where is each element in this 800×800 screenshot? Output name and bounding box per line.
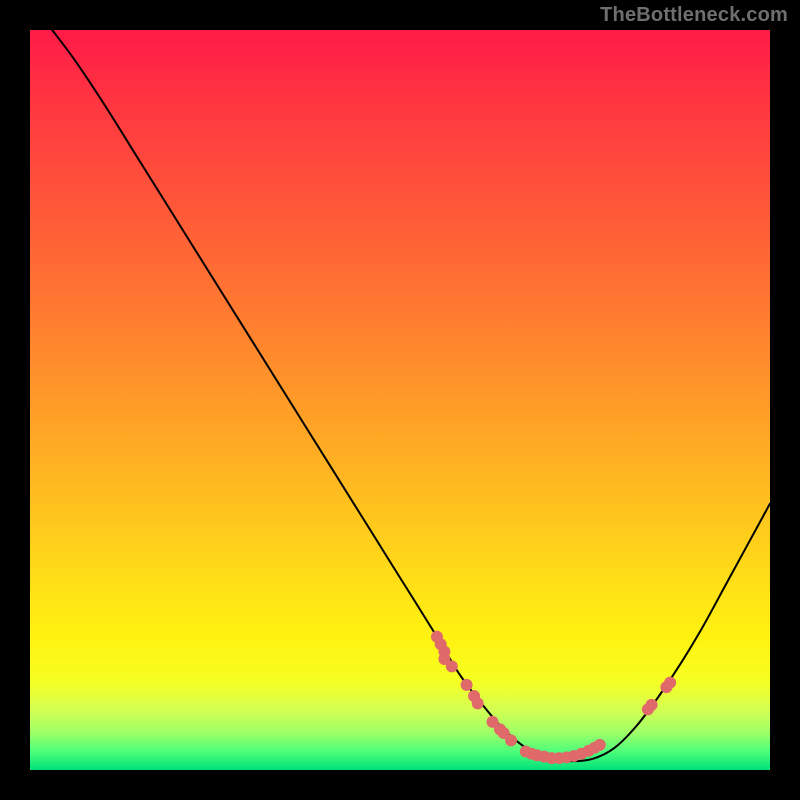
data-point: [646, 699, 658, 711]
bottleneck-chart: [0, 0, 800, 800]
data-point: [664, 677, 676, 689]
chart-root: TheBottleneck.com: [0, 0, 800, 800]
data-point: [594, 739, 606, 751]
data-point: [446, 660, 458, 672]
plot-background: [30, 30, 770, 770]
data-point: [505, 734, 517, 746]
data-point: [461, 679, 473, 691]
watermark-text: TheBottleneck.com: [600, 4, 788, 27]
data-point: [472, 697, 484, 709]
